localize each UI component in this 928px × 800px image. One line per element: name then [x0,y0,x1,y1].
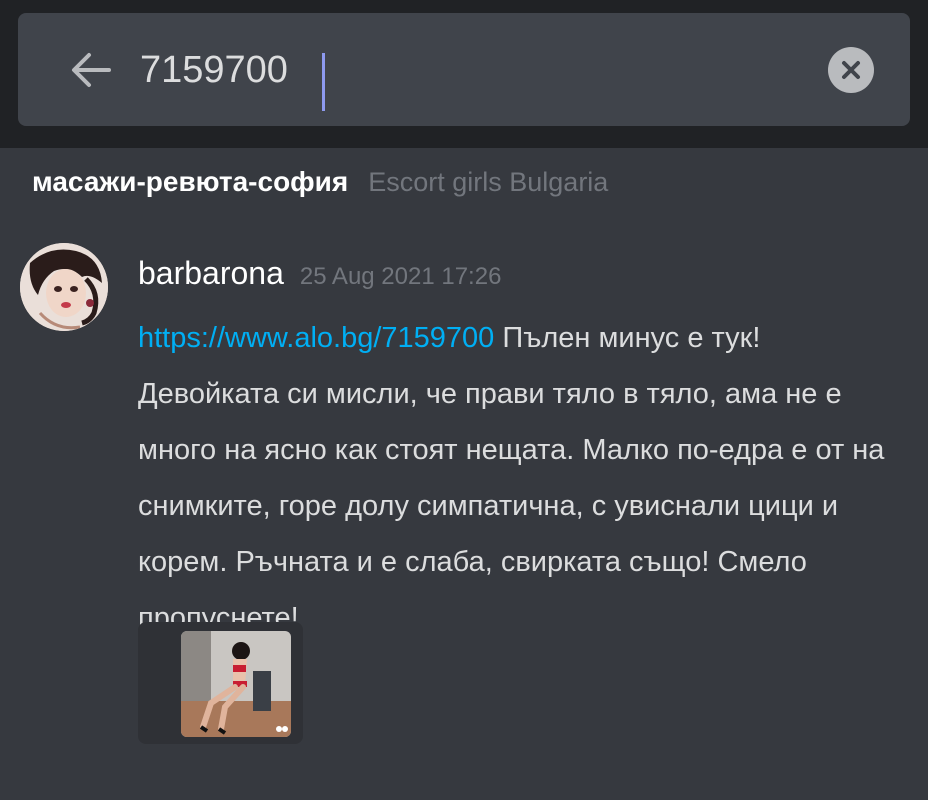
message-header: barbarona 25 Aug 2021 17:26 [138,255,501,292]
message-text: Пълен минус е тук! Девойката си мисли, ч… [138,322,885,634]
username[interactable]: barbarona [138,255,284,292]
message-link[interactable]: https://www.alo.bg/7159700 [138,322,494,354]
channel-name[interactable]: масажи-ревюта-софия [32,166,348,198]
server-name: Escort girls Bulgaria [368,167,609,197]
back-button[interactable] [64,43,118,97]
search-header [0,0,928,148]
avatar[interactable] [20,243,108,331]
arrow-left-icon [72,53,111,87]
clear-search-button[interactable] [828,47,874,93]
close-icon [842,61,860,79]
text-cursor [322,53,325,111]
attachment-thumbnail [181,631,291,737]
timestamp: 25 Aug 2021 17:26 [299,263,502,290]
search-bar [18,13,910,126]
avatar-illustration [20,243,108,331]
image-attachment[interactable] [138,622,303,744]
search-input[interactable] [140,37,780,103]
message-content: https://www.alo.bg/7159700 Пълен минус е… [138,310,908,646]
search-result-context: масажи-ревюта-софия Escort girls Bulgari… [32,166,608,210]
